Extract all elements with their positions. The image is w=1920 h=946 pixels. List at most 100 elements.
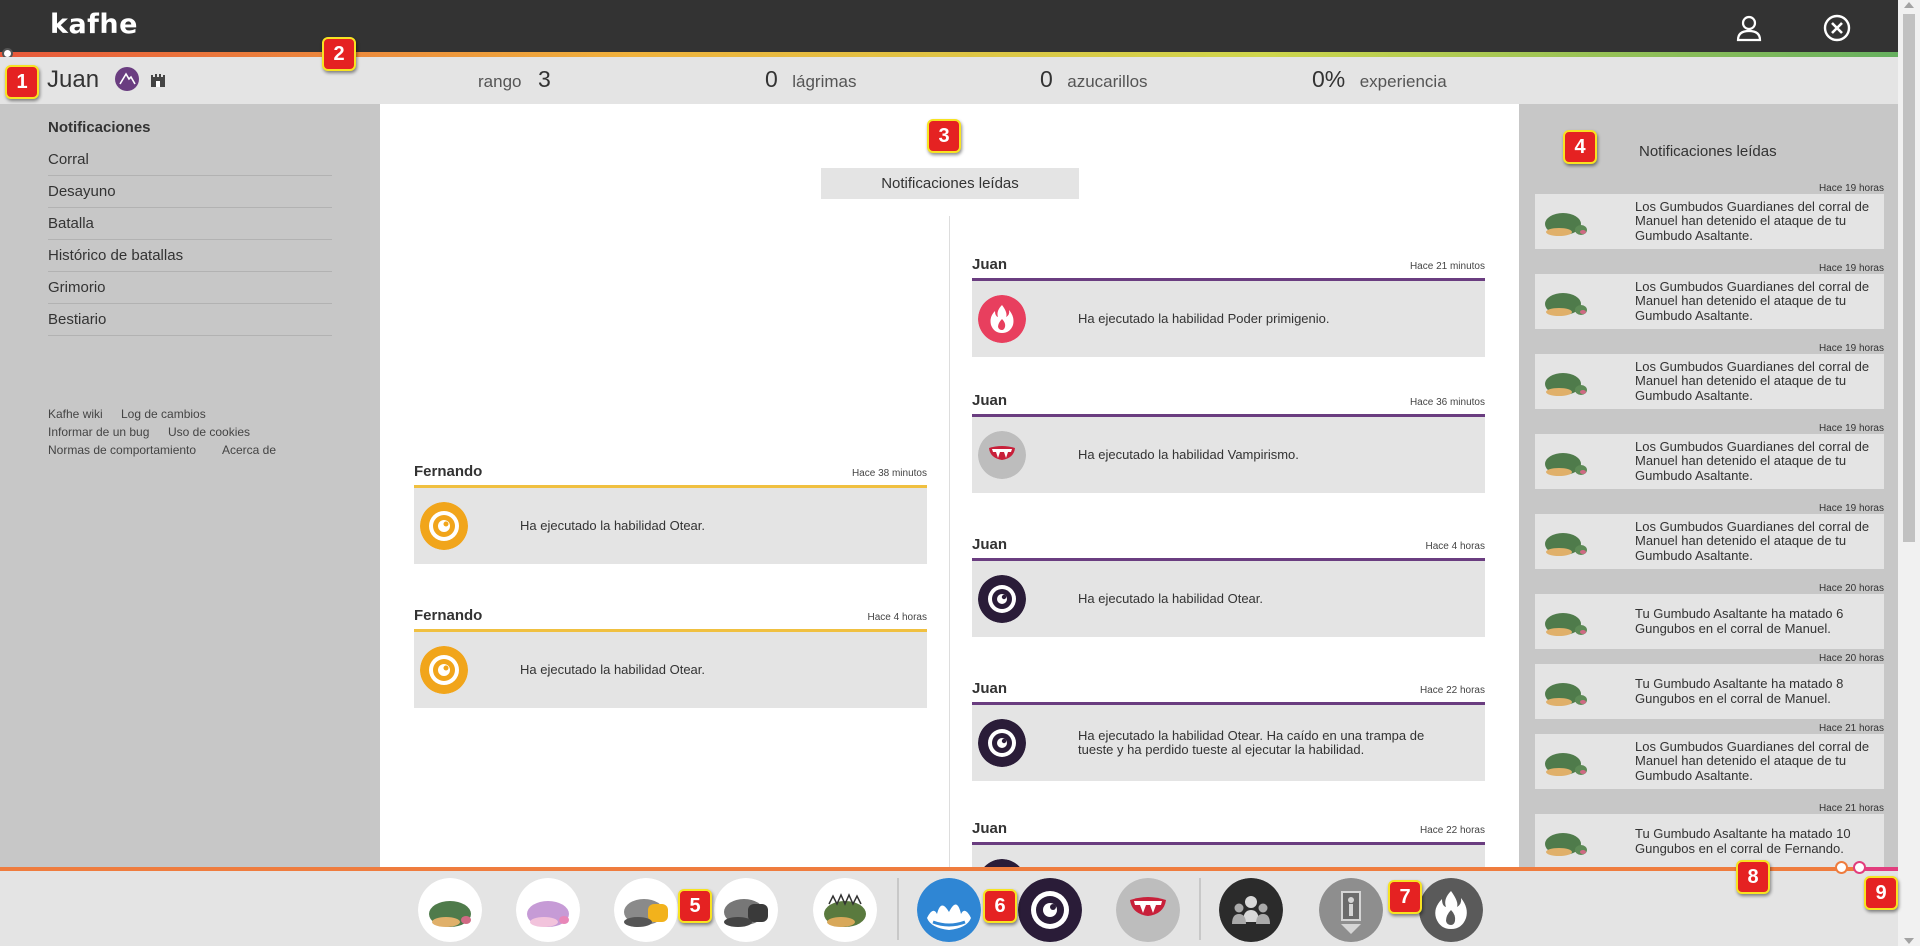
app-logo[interactable]: kafhe bbox=[50, 9, 138, 40]
bottom-separator bbox=[1199, 878, 1201, 940]
notification-box: Los Gumbudos Guardianes del corral de Ma… bbox=[1535, 274, 1884, 329]
notification-author[interactable]: Juan bbox=[972, 256, 1007, 273]
notification-text: Ha ejecutado la habilidad Otear. bbox=[1078, 590, 1264, 606]
vampirismo-skill-icon[interactable] bbox=[1116, 878, 1180, 942]
notification-time: Hace 19 horas bbox=[1818, 503, 1884, 514]
notification-author[interactable]: Fernando bbox=[414, 463, 482, 480]
stat-label: lágrimas bbox=[792, 72, 857, 91]
notification-time: Hace 21 horas bbox=[1818, 723, 1884, 734]
progress-handle[interactable] bbox=[1853, 861, 1866, 874]
armored-gumbudo-icon[interactable] bbox=[614, 878, 678, 942]
notification-text: Los Gumbudos Guardianes del corral de Ma… bbox=[1635, 519, 1870, 563]
sidebar-item-corral[interactable]: Corral bbox=[48, 144, 332, 176]
notification-box: Tu Gumbudo Asaltante ha matado 10 Gungub… bbox=[1535, 814, 1884, 867]
otear-purple-icon bbox=[978, 719, 1026, 767]
bottom-separator bbox=[897, 878, 899, 940]
notification-box: Los Gumbudos Guardianes del corral de Ma… bbox=[1535, 514, 1884, 569]
notification-text: Los Gumbudos Guardianes del corral de Ma… bbox=[1635, 739, 1870, 783]
marker-6: 6 bbox=[983, 889, 1017, 923]
stat-lagrimas: 0 lágrimas bbox=[765, 66, 857, 93]
gumbudo-icon bbox=[1545, 683, 1587, 706]
notification-text: Tu Gumbudo Asaltante ha matado 6 Gungubo… bbox=[1635, 606, 1844, 636]
main-content: Notificaciones leídas Fernando Hace 38 m… bbox=[380, 104, 1519, 867]
marker-1: 1 bbox=[5, 65, 39, 99]
notification-text: Los Gumbudos Guardianes del corral de Ma… bbox=[1635, 439, 1870, 483]
notification-text: Ha ejecutado la habilidad Otear. Ha caíd… bbox=[1078, 727, 1425, 757]
user-icon[interactable] bbox=[1734, 13, 1764, 43]
notification-time: Hace 19 horas bbox=[1818, 263, 1884, 274]
notification-author[interactable]: Juan bbox=[972, 680, 1007, 697]
page-title: Notificaciones leídas bbox=[821, 168, 1079, 199]
notification-box bbox=[972, 845, 1485, 867]
water-splash-skill-icon[interactable] bbox=[917, 878, 981, 942]
notification-box: Los Gumbudos Guardianes del corral de Ma… bbox=[1535, 434, 1884, 489]
notification-time: Hace 21 horas bbox=[1818, 803, 1884, 814]
notification-author[interactable]: Juan bbox=[972, 392, 1007, 409]
footer-link-cookies[interactable]: Uso de cookies bbox=[168, 425, 250, 439]
otear-orange-icon bbox=[420, 646, 468, 694]
footer-link-wiki[interactable]: Kafhe wiki bbox=[48, 407, 103, 421]
group-action-icon[interactable] bbox=[1219, 878, 1283, 942]
notification-box: Ha ejecutado la habilidad Vampirismo. bbox=[972, 417, 1485, 493]
dark-armored-gumbudo-icon[interactable] bbox=[714, 878, 778, 942]
notification-author[interactable]: Juan bbox=[972, 820, 1007, 837]
footer-link-bug[interactable]: Informar de un bug bbox=[48, 425, 149, 439]
footer-link-about[interactable]: Acerca de bbox=[222, 443, 276, 457]
notification-time: Hace 19 horas bbox=[1818, 343, 1884, 354]
username[interactable]: Juan bbox=[47, 66, 99, 94]
footer-link-changelog[interactable]: Log de cambios bbox=[121, 407, 206, 421]
sidebar-item-batalla[interactable]: Batalla bbox=[48, 208, 332, 240]
status-bar bbox=[0, 57, 1898, 104]
notification-text: Los Gumbudos Guardianes del corral de Ma… bbox=[1635, 199, 1870, 243]
castle-badge-icon bbox=[151, 74, 165, 87]
close-circle-icon[interactable] bbox=[1822, 13, 1852, 43]
gumbudo-icon bbox=[1545, 213, 1587, 236]
notification-author[interactable]: Juan bbox=[972, 536, 1007, 553]
stat-label: azucarillos bbox=[1067, 72, 1148, 91]
stat-rango: rango 3 bbox=[478, 66, 561, 93]
notification-box: Los Gumbudos Guardianes del corral de Ma… bbox=[1535, 354, 1884, 409]
notification-time: Hace 22 horas bbox=[1419, 825, 1485, 836]
footer-link-rules[interactable]: Normas de comportamiento bbox=[48, 443, 196, 457]
otear-skill-icon[interactable] bbox=[1018, 878, 1082, 942]
vampire-mouth-icon bbox=[978, 431, 1026, 479]
stat-value: 3 bbox=[537, 66, 551, 92]
otear-orange-icon bbox=[420, 502, 468, 550]
stat-value: 0% bbox=[1312, 66, 1346, 92]
notification-time: Hace 22 horas bbox=[1419, 685, 1485, 696]
notification-time: Hace 36 minutos bbox=[1409, 397, 1485, 408]
notification-text: Tu Gumbudo Asaltante ha matado 8 Gungubo… bbox=[1635, 676, 1844, 706]
notification-box: Ha ejecutado la habilidad Poder primigen… bbox=[972, 281, 1485, 357]
green-gumbudo-icon[interactable] bbox=[418, 878, 482, 942]
flame-action-icon[interactable] bbox=[1419, 878, 1483, 942]
stat-experiencia: 0% experiencia bbox=[1312, 66, 1447, 93]
sidebar-item-notificaciones[interactable]: Notificaciones bbox=[48, 112, 332, 144]
gumbudo-icon bbox=[1545, 453, 1587, 476]
pink-gumbudo-icon[interactable] bbox=[516, 878, 580, 942]
notification-time: Hace 19 horas bbox=[1818, 183, 1884, 194]
notification-box: Ha ejecutado la habilidad Otear. bbox=[414, 632, 927, 708]
notification-author[interactable]: Fernando bbox=[414, 607, 482, 624]
progress-handle[interactable] bbox=[1835, 861, 1848, 874]
sidebar-item-grimorio[interactable]: Grimorio bbox=[48, 272, 332, 304]
sidebar-item-bestiario[interactable]: Bestiario bbox=[48, 304, 332, 336]
sidebar-item-historico[interactable]: Histórico de batallas bbox=[48, 240, 332, 272]
notification-text: Los Gumbudos Guardianes del corral de Ma… bbox=[1635, 279, 1870, 323]
gumbudo-icon bbox=[1545, 753, 1587, 776]
notification-text: Los Gumbudos Guardianes del corral de Ma… bbox=[1635, 359, 1870, 403]
notification-time: Hace 38 minutos bbox=[851, 468, 927, 479]
spiky-gumbudo-icon[interactable] bbox=[813, 878, 877, 942]
gumbudo-icon bbox=[1545, 293, 1587, 316]
notification-box: Tu Gumbudo Asaltante ha matado 6 Gungubo… bbox=[1535, 594, 1884, 649]
stat-azucarillos: 0 azucarillos bbox=[1040, 66, 1148, 93]
sidebar-item-desayuno[interactable]: Desayuno bbox=[48, 176, 332, 208]
exit-door-action-icon[interactable] bbox=[1319, 878, 1383, 942]
notification-box: Tu Gumbudo Asaltante ha matado 8 Gungubo… bbox=[1535, 664, 1884, 719]
top-bar bbox=[0, 0, 1898, 52]
read-notifications-panel: Notificaciones leídas Hace 19 horas Los G… bbox=[1519, 104, 1898, 867]
scroll-down-arrow-icon[interactable] bbox=[1904, 938, 1914, 944]
notification-time: Hace 4 horas bbox=[1425, 541, 1485, 552]
scroll-up-arrow-icon[interactable] bbox=[1904, 2, 1914, 8]
notification-text: Ha ejecutado la habilidad Otear. bbox=[520, 517, 706, 533]
scrollbar-thumb[interactable] bbox=[1903, 14, 1915, 542]
